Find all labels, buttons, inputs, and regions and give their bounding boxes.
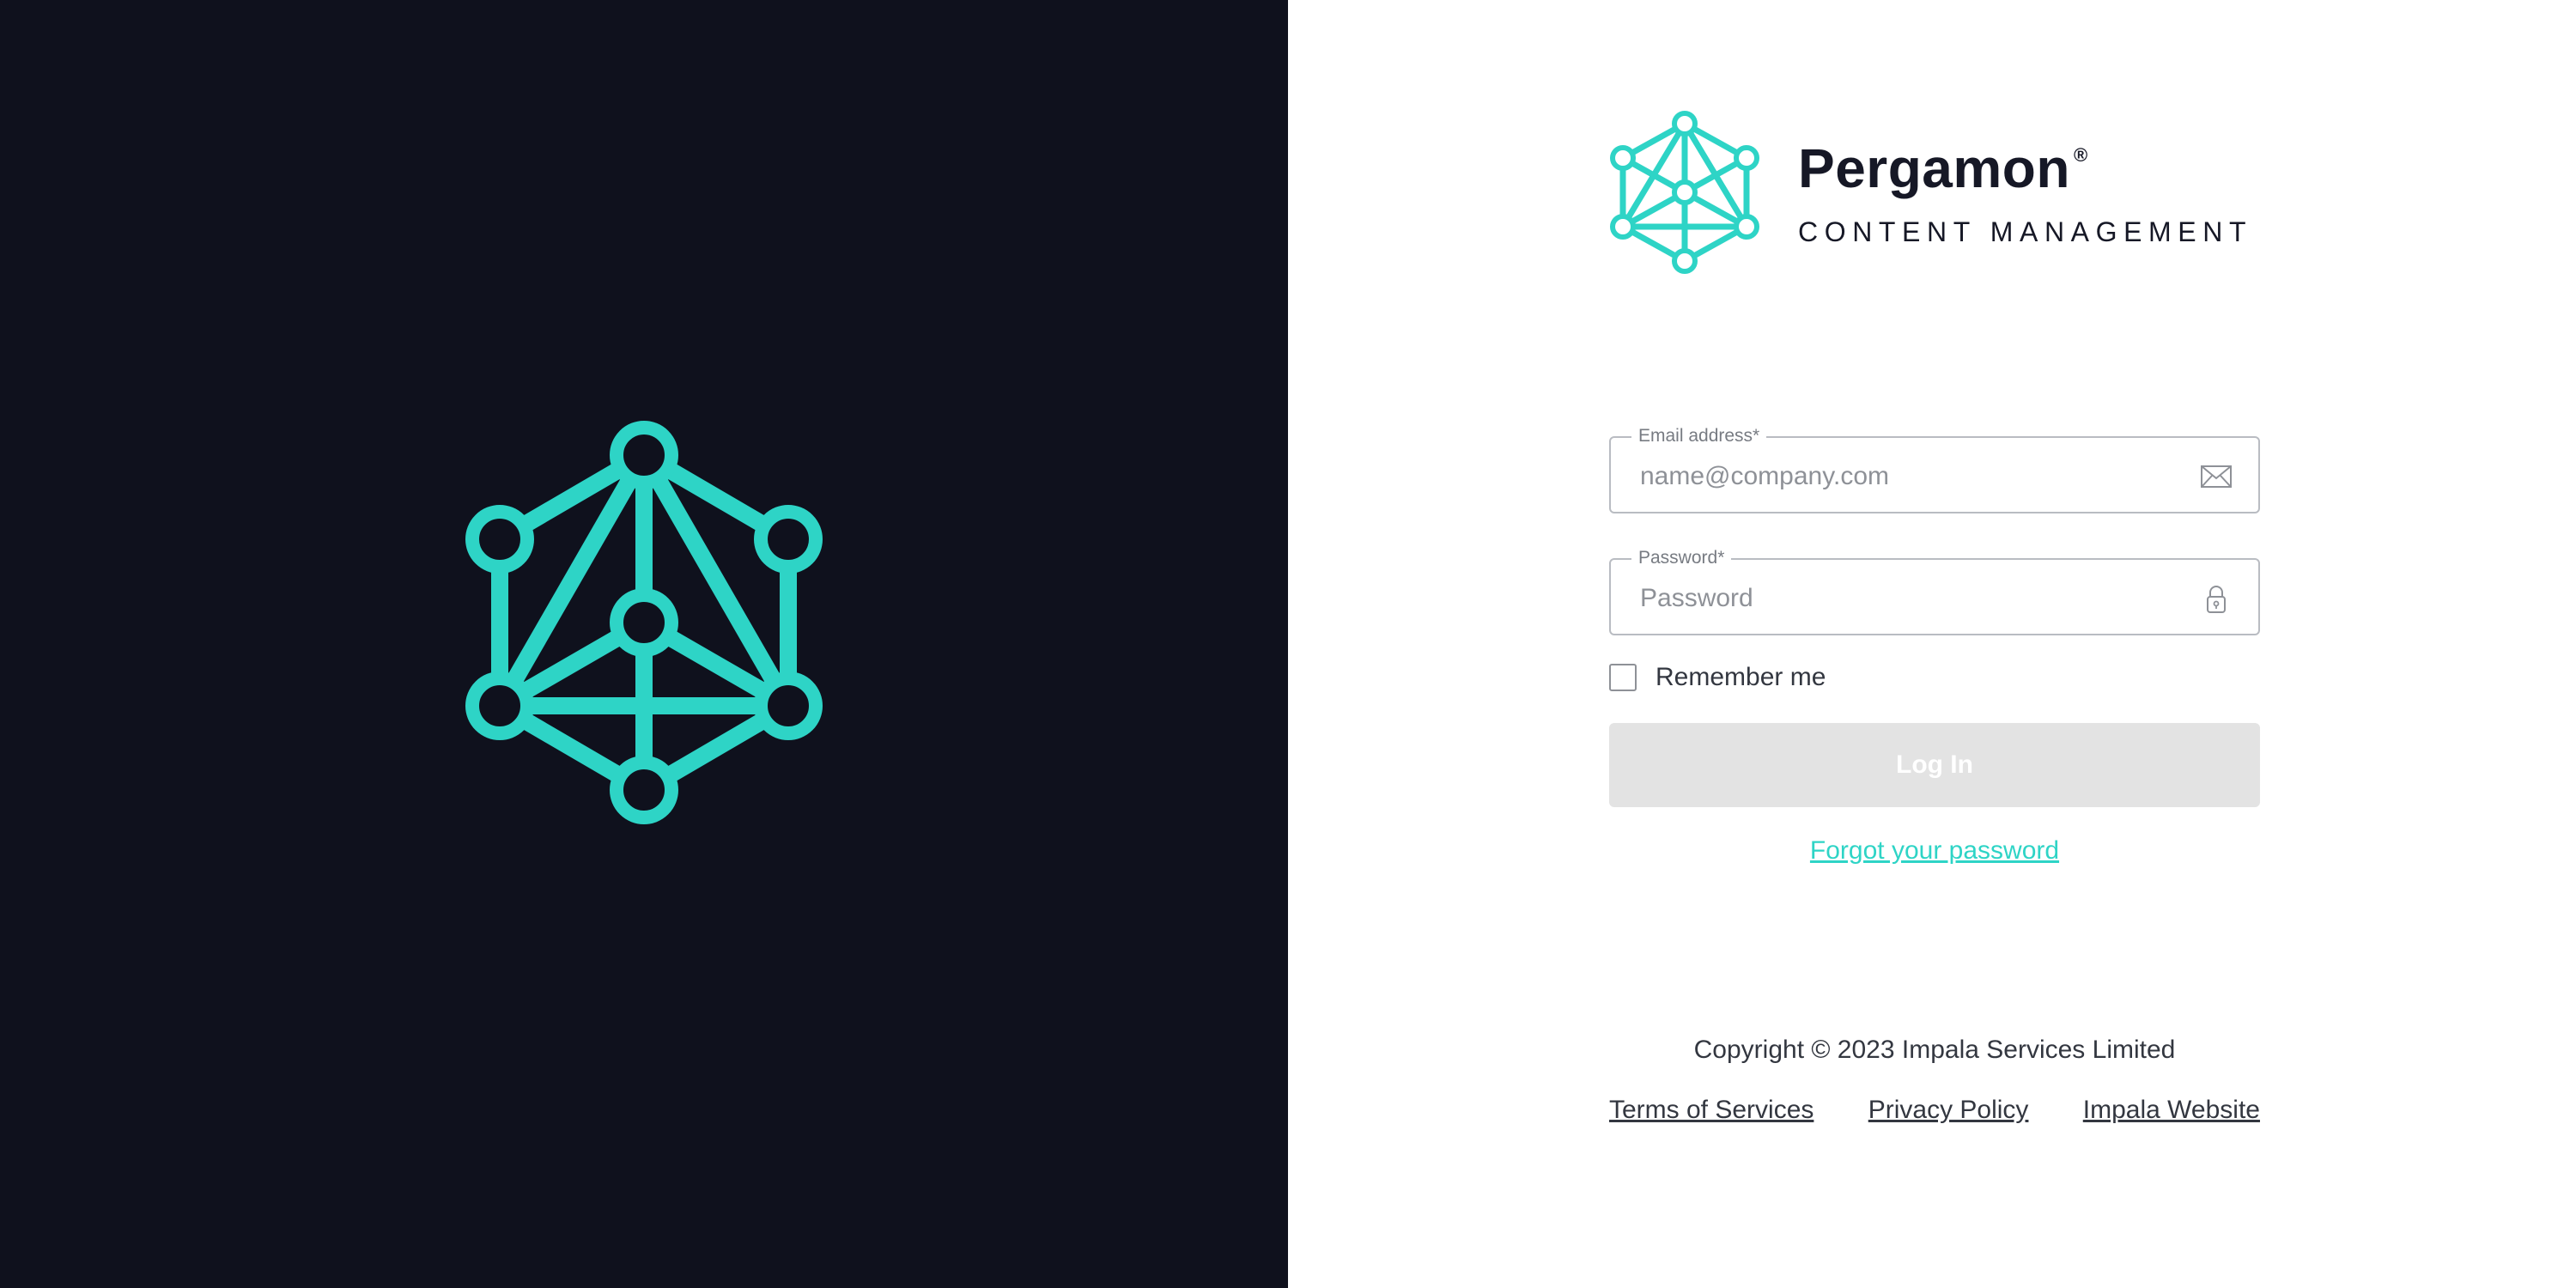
forgot-password-row: Forgot your password bbox=[1609, 836, 2260, 866]
password-input[interactable] bbox=[1638, 577, 2174, 620]
copyright-text: Copyright © 2023 Impala Services Limited bbox=[1693, 1036, 2176, 1064]
registered-mark: ® bbox=[2073, 144, 2088, 166]
login-button[interactable]: Log In bbox=[1609, 723, 2260, 807]
brand-name: Pergamon ® bbox=[1798, 137, 2088, 199]
brand-text: Pergamon ® CONTENT MANAGEMENT bbox=[1798, 138, 2252, 248]
email-field: Email address* bbox=[1609, 426, 2260, 513]
terms-link[interactable]: Terms of Services bbox=[1609, 1096, 1814, 1125]
remember-me-checkbox[interactable] bbox=[1609, 664, 1637, 691]
login-page: Pergamon ® CONTENT MANAGEMENT Email addre… bbox=[0, 0, 2576, 1288]
password-label: Password* bbox=[1631, 548, 1732, 568]
email-input[interactable] bbox=[1638, 455, 2174, 498]
remember-me-row: Remember me bbox=[1609, 663, 2260, 692]
left-hero-panel bbox=[0, 0, 1288, 1288]
login-form: Email address* Password* bbox=[1609, 426, 2260, 866]
network-hexagon-icon bbox=[1610, 111, 1759, 274]
remember-me-label[interactable]: Remember me bbox=[1656, 663, 1826, 692]
envelope-icon bbox=[2201, 465, 2232, 488]
footer-links: Terms of Services Privacy Policy Impala … bbox=[1609, 1096, 2260, 1125]
privacy-policy-link[interactable]: Privacy Policy bbox=[1868, 1096, 2029, 1125]
impala-website-link[interactable]: Impala Website bbox=[2083, 1096, 2260, 1125]
password-field: Password* bbox=[1609, 548, 2260, 635]
login-panel: Pergamon ® CONTENT MANAGEMENT Email addre… bbox=[1288, 0, 2576, 1288]
footer: Copyright © 2023 Impala Services Limited… bbox=[1609, 1036, 2260, 1125]
brand-subtitle: CONTENT MANAGEMENT bbox=[1798, 216, 2253, 247]
forgot-password-link[interactable]: Forgot your password bbox=[1810, 836, 2059, 865]
email-label: Email address* bbox=[1631, 426, 1767, 447]
lock-icon bbox=[2207, 586, 2226, 613]
network-hexagon-icon bbox=[465, 421, 823, 824]
brand-header: Pergamon ® CONTENT MANAGEMENT bbox=[1609, 110, 2252, 276]
